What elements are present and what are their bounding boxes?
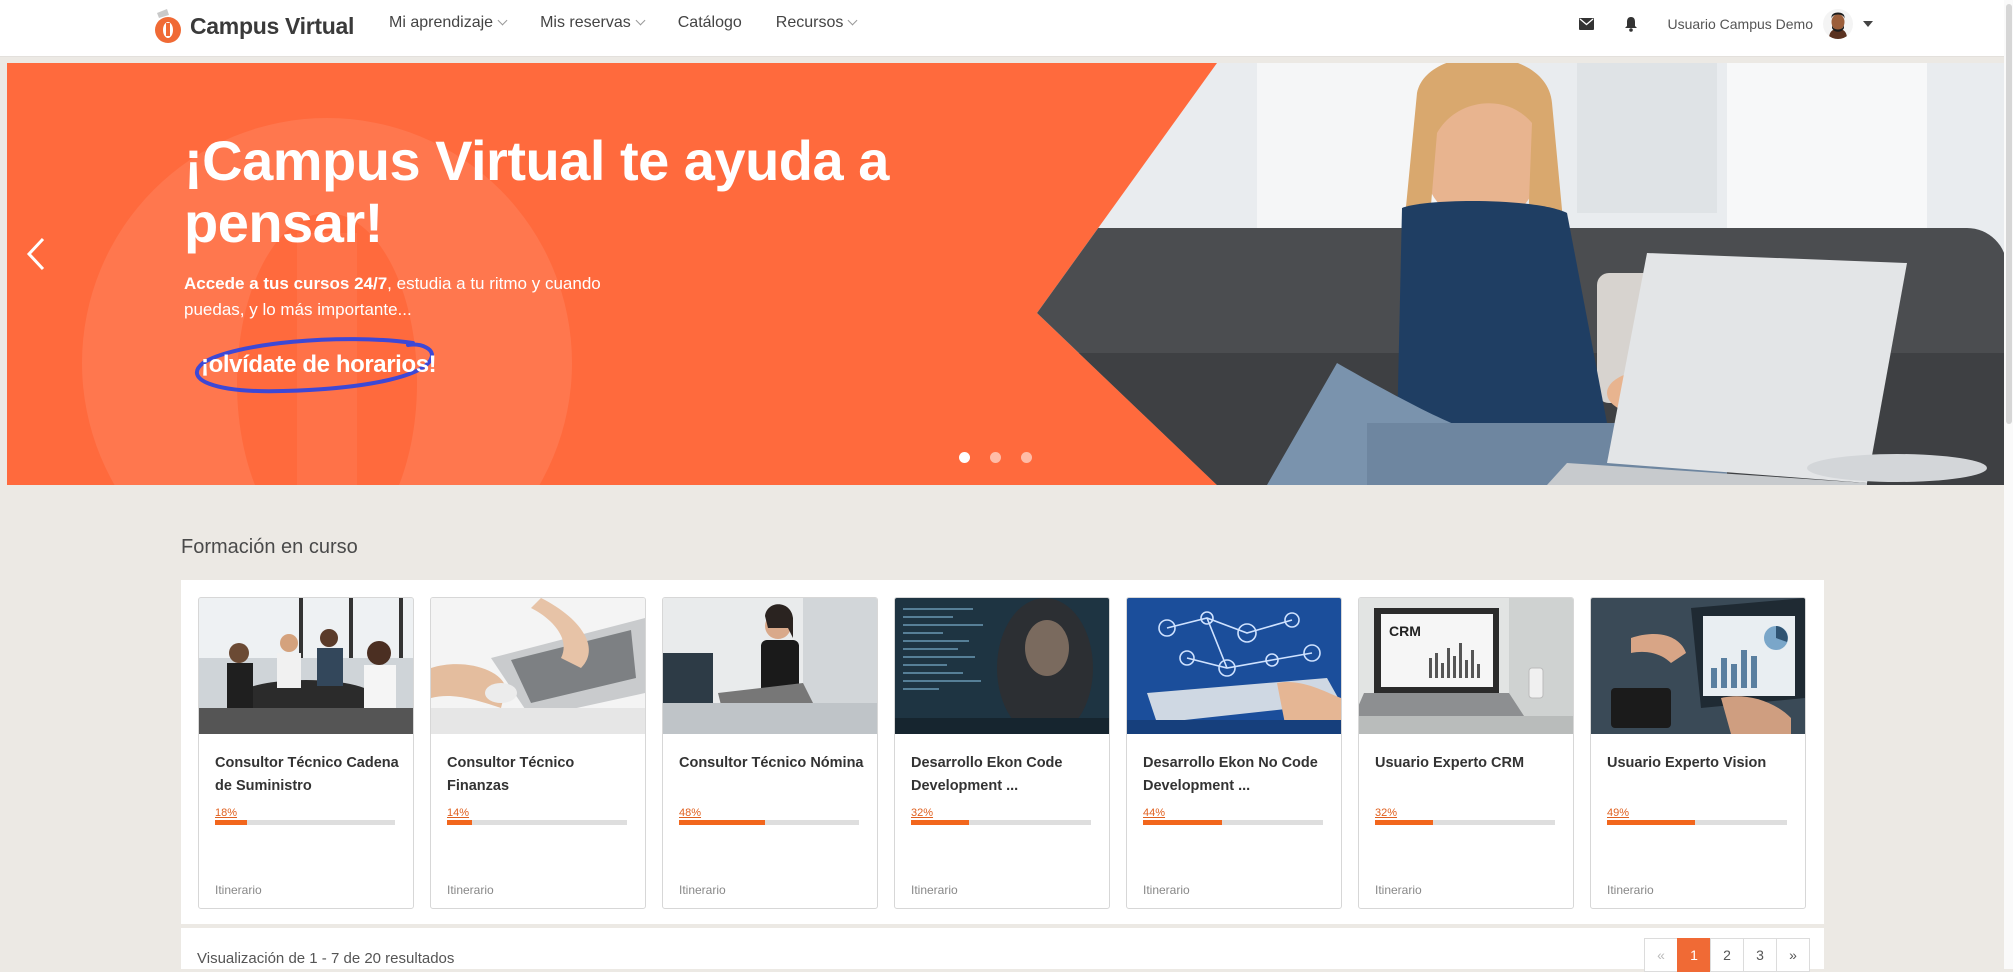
- nav-catalogo[interactable]: Catálogo: [678, 14, 742, 32]
- progress-bar: [911, 820, 1091, 825]
- course-title[interactable]: Consultor Técnico Nómina: [679, 752, 867, 775]
- chevron-down-icon: [497, 15, 508, 26]
- scrollbar-thumb[interactable]: [2006, 4, 2012, 424]
- course-type: Itinerario: [215, 883, 262, 897]
- hero-subtitle-bold: Accede a tus cursos 24/7: [184, 274, 388, 293]
- course-title[interactable]: Usuario Experto CRM: [1375, 752, 1563, 775]
- progress-bar-fill: [911, 820, 969, 825]
- course-title[interactable]: Desarrollo Ekon Code Development ...: [911, 752, 1099, 798]
- brand-name: Campus Virtual: [190, 12, 355, 39]
- nav-label: Recursos: [775, 14, 844, 31]
- brand-logo-link[interactable]: Campus Virtual: [150, 6, 354, 46]
- nav-mis-reservas[interactable]: Mis reservas: [540, 14, 646, 32]
- chevron-down-icon: [635, 15, 646, 26]
- course-title[interactable]: Usuario Experto Vision: [1607, 752, 1795, 775]
- carousel-prev-button[interactable]: [19, 231, 53, 277]
- progress-bar: [1607, 820, 1787, 825]
- course-type: Itinerario: [1143, 883, 1190, 897]
- pagination-next-button[interactable]: »: [1776, 938, 1810, 972]
- course-title[interactable]: Consultor Técnico Finanzas: [447, 752, 635, 798]
- course-type: Itinerario: [447, 883, 494, 897]
- hero-cta-text: ¡olvídate de horarios!: [201, 351, 437, 378]
- courses-panel: Consultor Técnico Cadena de Suministro 1…: [181, 580, 1824, 924]
- course-card[interactable]: CRM Usuario Experto CRM 32% Itinerario: [1358, 597, 1574, 909]
- section-title: Formación en curso: [181, 536, 358, 558]
- chevron-left-icon: [26, 237, 45, 271]
- progress-bar-fill: [1375, 820, 1433, 825]
- course-type: Itinerario: [1375, 883, 1422, 897]
- hero-carousel: ¡Campus Virtual te ayuda a pensar! Acced…: [7, 63, 2004, 485]
- nav-recursos[interactable]: Recursos: [775, 14, 858, 32]
- carousel-dot-2[interactable]: [990, 452, 1001, 463]
- results-count: Visualización de 1 - 7 de 20 resultados: [197, 950, 455, 967]
- nav-label: Mi aprendizaje: [389, 14, 494, 31]
- progress-label: 49%: [1607, 807, 1630, 819]
- hero-title: ¡Campus Virtual te ayuda a pensar!: [184, 129, 889, 254]
- course-thumbnail: [895, 598, 1109, 734]
- bell-icon[interactable]: [1620, 13, 1642, 35]
- pagination-page-2[interactable]: 2: [1710, 938, 1744, 972]
- course-type: Itinerario: [679, 883, 726, 897]
- pagination: « 1 2 3 »: [1644, 938, 1810, 972]
- nav-label: Catálogo: [677, 14, 742, 31]
- nav-label: Mis reservas: [540, 14, 631, 31]
- progress-label: 18%: [215, 807, 238, 819]
- hero-subtitle: Accede a tus cursos 24/7, estudia a tu r…: [184, 271, 604, 323]
- course-thumbnail: [1591, 598, 1805, 734]
- campus-logo-icon: [150, 7, 186, 45]
- carousel-dot-1[interactable]: [959, 452, 970, 463]
- main-nav: Mi aprendizaje Mis reservas Catálogo Rec…: [389, 14, 890, 32]
- course-card[interactable]: Desarrollo Ekon Code Development ... 32%…: [894, 597, 1110, 909]
- progress-bar: [679, 820, 859, 825]
- progress-bar-fill: [215, 820, 248, 825]
- progress-label: 14%: [447, 807, 470, 819]
- chevron-down-icon: [847, 15, 858, 26]
- course-thumbnail: CRM: [1359, 598, 1573, 734]
- pagination-page-3[interactable]: 3: [1743, 938, 1777, 972]
- caret-down-icon[interactable]: [1863, 21, 1873, 27]
- mail-icon[interactable]: [1576, 13, 1598, 35]
- course-card[interactable]: Consultor Técnico Cadena de Suministro 1…: [198, 597, 414, 909]
- hero-cta: ¡olvídate de horarios!: [193, 337, 443, 395]
- progress-label: 44%: [1143, 807, 1166, 819]
- course-thumbnail: [1127, 598, 1341, 734]
- progress-bar-fill: [447, 820, 473, 825]
- results-bar: Visualización de 1 - 7 de 20 resultados …: [181, 928, 1824, 972]
- course-thumbnail: [199, 598, 413, 734]
- course-card[interactable]: Consultor Técnico Nómina 48% Itinerario: [662, 597, 878, 909]
- nav-mi-aprendizaje[interactable]: Mi aprendizaje: [389, 14, 508, 32]
- carousel-indicators: [959, 452, 1052, 463]
- course-card[interactable]: Desarrollo Ekon No Code Development ... …: [1126, 597, 1342, 909]
- course-thumbnail: [431, 598, 645, 734]
- avatar[interactable]: [1823, 9, 1853, 39]
- user-name[interactable]: Usuario Campus Demo: [1668, 16, 1814, 32]
- progress-bar: [447, 820, 627, 825]
- course-type: Itinerario: [911, 883, 958, 897]
- user-area: Usuario Campus Demo: [1554, 8, 1873, 40]
- progress-bar: [1375, 820, 1555, 825]
- svg-text:CRM: CRM: [1389, 623, 1421, 639]
- pagination-prev-button[interactable]: «: [1644, 938, 1678, 972]
- pagination-page-1[interactable]: 1: [1677, 938, 1711, 972]
- progress-label: 48%: [679, 807, 702, 819]
- progress-label: 32%: [1375, 807, 1398, 819]
- top-navbar: Campus Virtual Mi aprendizaje Mis reserv…: [0, 0, 2013, 57]
- course-title[interactable]: Consultor Técnico Cadena de Suministro: [215, 752, 403, 798]
- course-card[interactable]: Consultor Técnico Finanzas 14% Itinerari…: [430, 597, 646, 909]
- course-type: Itinerario: [1607, 883, 1654, 897]
- progress-bar-fill: [1143, 820, 1223, 825]
- carousel-dot-3[interactable]: [1021, 452, 1032, 463]
- course-card[interactable]: Usuario Experto Vision 49% Itinerario: [1590, 597, 1806, 909]
- progress-bar-fill: [679, 820, 766, 825]
- course-thumbnail: [663, 598, 877, 734]
- progress-bar: [215, 820, 395, 825]
- course-title[interactable]: Desarrollo Ekon No Code Development ...: [1143, 752, 1331, 798]
- progress-bar: [1143, 820, 1323, 825]
- page-scrollbar[interactable]: [2004, 0, 2013, 969]
- progress-label: 32%: [911, 807, 934, 819]
- progress-bar-fill: [1607, 820, 1696, 825]
